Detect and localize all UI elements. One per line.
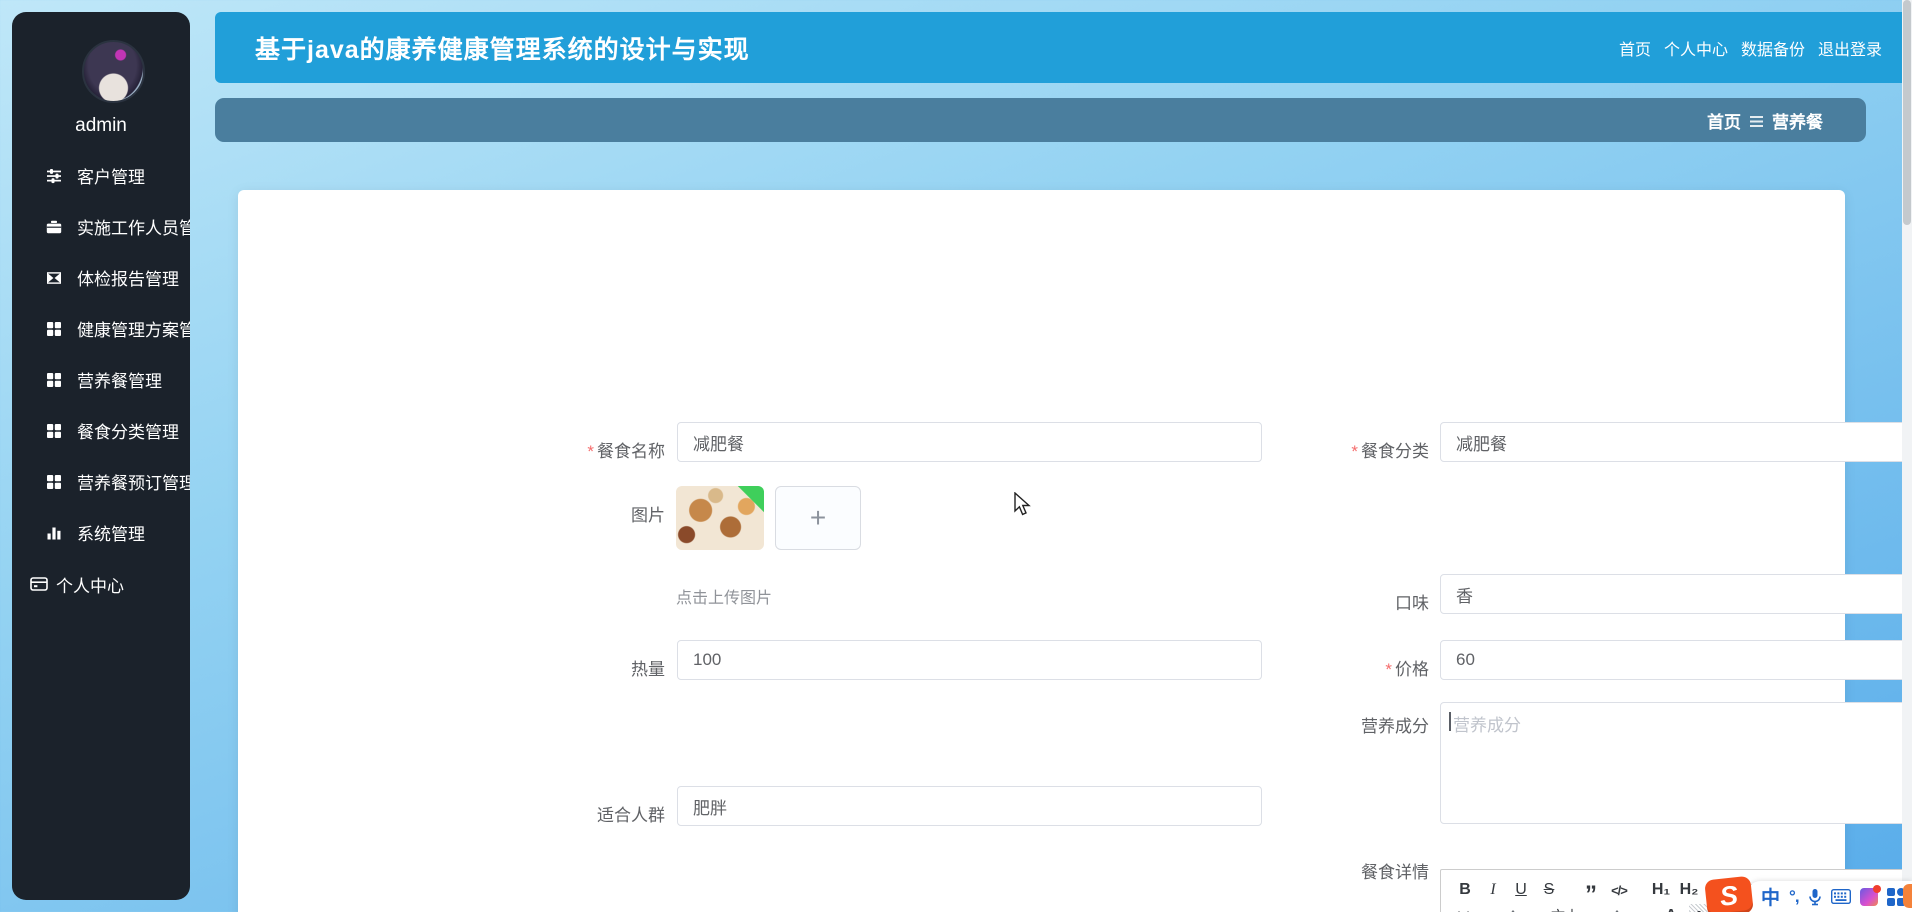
breadcrumb-home[interactable]: 首页: [1707, 108, 1741, 133]
username: admin: [75, 115, 127, 136]
meal-category-select[interactable]: [1440, 422, 1912, 462]
sidebar-item-checkup-report-mgmt[interactable]: 体检报告管理: [12, 252, 190, 303]
plus-icon: +: [809, 502, 827, 533]
taste-input[interactable]: [1440, 574, 1912, 614]
required-mark: *: [1351, 442, 1358, 461]
sidebar-item-label: 营养餐管理: [77, 372, 162, 391]
film-icon: [47, 271, 61, 284]
sidebar-item-label: 营养餐预订管理: [77, 474, 190, 493]
code-button[interactable]: </>: [1609, 878, 1629, 902]
sidebar-item-label: 客户管理: [77, 168, 145, 187]
suitable-label: 适合人群: [597, 806, 665, 825]
ime-punctuation[interactable]: °,: [1789, 887, 1799, 907]
scrollbar-thumb[interactable]: [1903, 0, 1911, 225]
header-link-home[interactable]: 首页: [1619, 36, 1651, 60]
header-link-data-backup[interactable]: 数据备份: [1741, 36, 1805, 60]
blockquote-button[interactable]: ”: [1581, 878, 1601, 907]
breadcrumb-separator-icon: [1750, 115, 1763, 127]
nutrition-label: 营养成分: [1361, 717, 1429, 736]
grid-icon: [47, 474, 61, 489]
sidebar-item-staff-mgmt[interactable]: 实施工作人员管理: [12, 201, 190, 252]
bold-button[interactable]: B: [1455, 878, 1475, 902]
price-label: * 价格: [1385, 660, 1429, 679]
ime-clipped-icon: [1903, 884, 1912, 908]
header-links: 首页 个人中心 数据备份 退出登录: [1619, 12, 1882, 83]
bar-chart-icon: [47, 527, 61, 539]
meal-category-label: * 餐食分类: [1351, 442, 1429, 461]
taste-label: 口味: [1395, 594, 1429, 613]
sidebar-item-label: 体检报告管理: [77, 270, 179, 289]
ime-toolbar: 中 °,: [1745, 881, 1912, 912]
meal-name-input[interactable]: [677, 422, 1262, 462]
suitable-input[interactable]: [677, 786, 1262, 826]
sogou-logo[interactable]: S: [1704, 875, 1754, 912]
postcard-icon: [30, 577, 48, 591]
header-link-logout[interactable]: 退出登录: [1818, 36, 1882, 60]
grid-icon: [47, 423, 61, 438]
nutrition-textarea[interactable]: [1440, 702, 1912, 824]
sidebar-item-system-mgmt[interactable]: 系统管理: [12, 507, 190, 558]
text-caret: [1449, 712, 1451, 731]
sidebar-item-meal-category-mgmt[interactable]: 餐食分类管理: [12, 405, 190, 456]
breadcrumb: 首页 营养餐: [215, 98, 1866, 142]
meal-name-label: * 餐食名称: [587, 442, 665, 461]
image-label: 图片: [631, 506, 665, 525]
sidebar-item-label: 餐食分类管理: [77, 423, 179, 442]
sidebar-item-label: 健康管理方案管理: [77, 321, 190, 340]
keyboard-icon[interactable]: [1830, 889, 1851, 904]
heading2-button[interactable]: H₂: [1679, 878, 1699, 902]
heading1-button[interactable]: H₁: [1651, 878, 1671, 902]
scrollbar-track[interactable]: [1902, 0, 1912, 912]
sidebar-item-meal-mgmt[interactable]: 营养餐管理: [12, 354, 190, 405]
sidebar-item-personal-center[interactable]: 个人中心: [12, 564, 190, 604]
sidebar-item-label: 个人中心: [56, 576, 124, 596]
text-style-select[interactable]: 文本: [1551, 906, 1643, 912]
calories-input[interactable]: [677, 640, 1262, 680]
calories-label: 热量: [631, 660, 665, 679]
meal-form-card: *餐食名称 *餐食分类 图片 + 点击上传图片 口味 热量 *价格 营养成分 适…: [238, 190, 1912, 912]
upload-hint: 点击上传图片: [676, 590, 773, 607]
italic-button[interactable]: I: [1483, 878, 1503, 902]
font-size-select[interactable]: 14px: [1455, 908, 1529, 912]
header-link-personal-center[interactable]: 个人中心: [1664, 36, 1728, 60]
mouse-cursor: [1014, 492, 1031, 516]
grid-icon: [47, 321, 61, 336]
page-title: 基于java的康养健康管理系统的设计与实现: [255, 35, 750, 64]
sidebar-item-label: 系统管理: [77, 525, 145, 544]
sidebar-item-customer-mgmt[interactable]: 客户管理: [12, 150, 190, 201]
underline-button[interactable]: U: [1511, 878, 1531, 902]
sliders-icon: [47, 168, 61, 183]
sidebar-item-meal-booking-mgmt[interactable]: 营养餐预订管理: [12, 456, 190, 507]
sidebar-nav: 客户管理 实施工作人员管理 体检报告管理 健康管理方案管理 营养餐管理: [12, 150, 190, 558]
required-mark: *: [587, 442, 594, 461]
ime-chinese-mode[interactable]: 中: [1761, 883, 1780, 910]
header: 基于java的康养健康管理系统的设计与实现 首页 个人中心 数据备份 退出登录: [215, 12, 1902, 83]
image-upload-button[interactable]: +: [775, 486, 861, 550]
sidebar-item-label: 实施工作人员管理: [77, 219, 190, 238]
avatar[interactable]: [82, 40, 145, 103]
grid-icon: [47, 372, 61, 387]
font-color-button[interactable]: A: [1661, 904, 1681, 912]
required-mark: *: [1385, 660, 1392, 679]
strikethrough-button[interactable]: S: [1539, 878, 1559, 902]
ime-skin-icon[interactable]: [1859, 884, 1881, 906]
meal-detail-label: 餐食详情: [1361, 863, 1429, 882]
sidebar: admin 客户管理 实施工作人员管理 体检报告管理 健康管理方案: [12, 12, 190, 900]
meal-image-thumbnail[interactable]: [676, 486, 764, 550]
ime-menu-grid-icon[interactable]: [1886, 887, 1905, 906]
breadcrumb-current: 营养餐: [1772, 112, 1823, 132]
sidebar-item-health-plan-mgmt[interactable]: 健康管理方案管理: [12, 303, 190, 354]
microphone-icon[interactable]: [1808, 888, 1822, 906]
briefcase-icon: [46, 220, 62, 233]
price-input[interactable]: [1440, 640, 1912, 680]
